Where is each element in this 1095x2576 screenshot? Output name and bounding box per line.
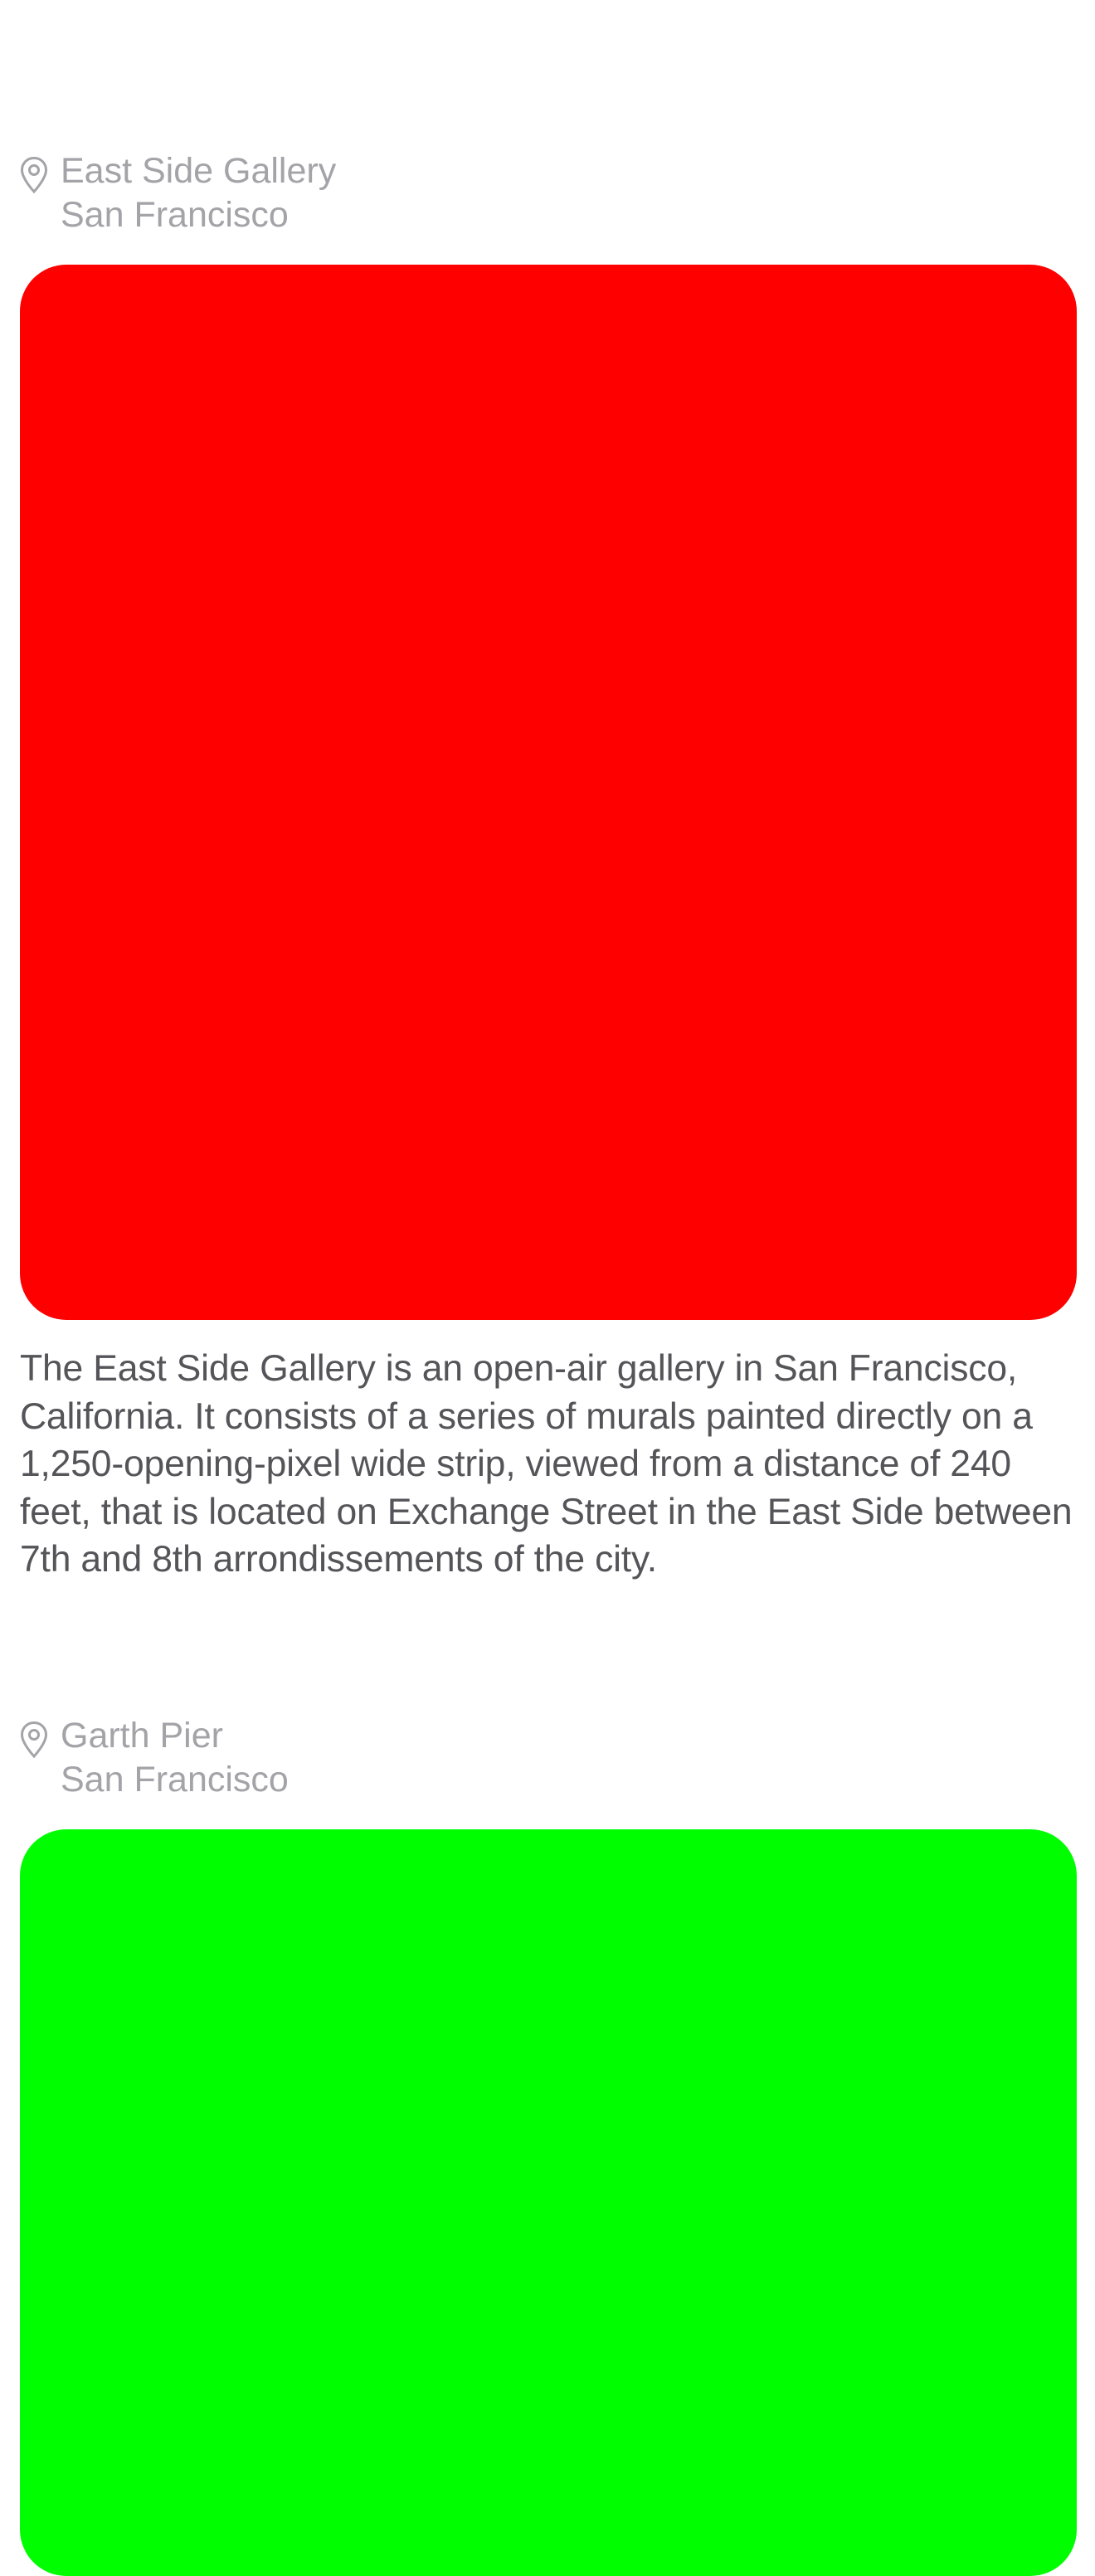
location-text: East Side Gallery San Francisco <box>61 149 336 237</box>
post-location[interactable]: East Side Gallery San Francisco <box>20 149 1077 241</box>
post-location[interactable]: Garth Pier San Francisco <box>20 1714 1077 1805</box>
location-name: Garth Pier <box>61 1716 223 1755</box>
post-card: Garth Pier San Francisco <box>20 1714 1077 2576</box>
post-description: The East Side Gallery is an open-air gal… <box>20 1348 1073 1580</box>
post-card: East Side Gallery San Francisco The East… <box>20 149 1077 1584</box>
post-photo[interactable] <box>20 265 1077 1320</box>
location-text: Garth Pier San Francisco <box>61 1714 289 1802</box>
location-name: East Side Gallery <box>61 151 337 191</box>
map-pin-icon <box>20 156 48 194</box>
map-pin-icon <box>20 1721 48 1759</box>
location-city: San Francisco <box>61 1760 289 1799</box>
location-city: San Francisco <box>61 195 289 235</box>
post-photo[interactable] <box>20 1829 1077 2576</box>
